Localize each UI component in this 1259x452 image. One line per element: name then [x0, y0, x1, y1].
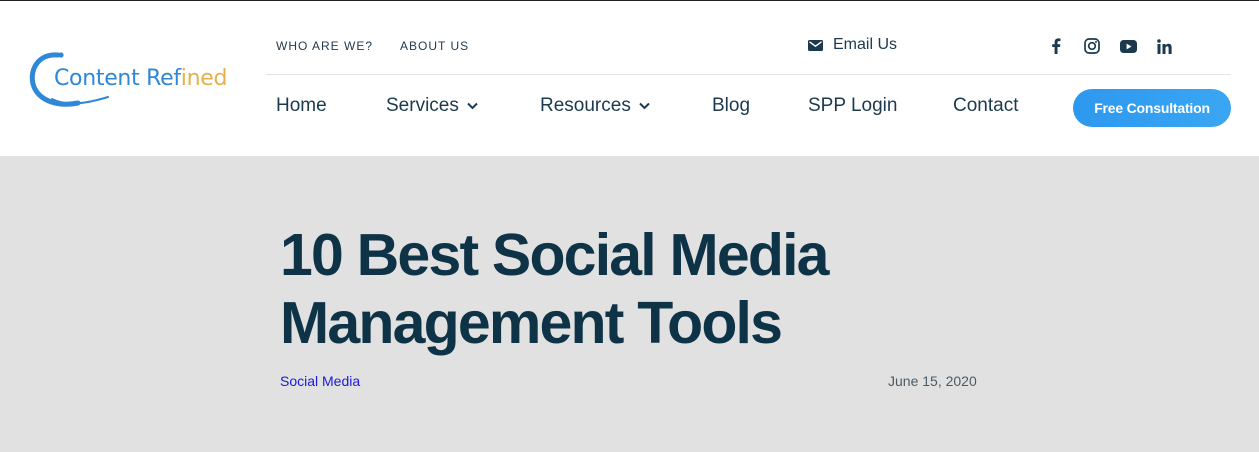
nav-services-label: Services: [386, 95, 459, 116]
envelope-icon: [808, 39, 823, 51]
email-us-link[interactable]: Email Us: [808, 36, 897, 54]
logo-text-ined: ined: [180, 66, 228, 91]
category-link[interactable]: Social Media: [280, 373, 360, 389]
page-title: 10 Best Social Media Management Tools: [280, 221, 980, 357]
chevron-down-icon: [639, 102, 650, 110]
nav-contact[interactable]: Contact: [953, 95, 1018, 117]
nav-home[interactable]: Home: [276, 95, 327, 117]
page-title-line-2: Management Tools: [280, 290, 783, 356]
header-divider: [266, 74, 1231, 75]
top-nav-who-are-we[interactable]: WHO ARE WE?: [276, 39, 373, 53]
nav-services[interactable]: Services: [386, 95, 478, 117]
nav-blog[interactable]: Blog: [712, 95, 750, 117]
social-links: [1047, 37, 1173, 55]
facebook-icon: [1052, 38, 1061, 54]
logo-wordmark: Content Refined: [54, 66, 227, 91]
logo-text-ref: Ref: [146, 66, 181, 91]
youtube-icon: [1119, 39, 1137, 53]
page-title-line-1: 10 Best Social Media: [280, 222, 830, 288]
top-nav-about-us[interactable]: ABOUT US: [400, 39, 469, 53]
instagram-link[interactable]: [1083, 37, 1101, 55]
facebook-link[interactable]: [1047, 37, 1065, 55]
linkedin-icon: [1156, 38, 1172, 54]
nav-spp-login-label: SPP Login: [808, 95, 898, 116]
youtube-link[interactable]: [1119, 37, 1137, 55]
publish-date: June 15, 2020: [888, 373, 977, 389]
linkedin-link[interactable]: [1155, 37, 1173, 55]
nav-spp-login[interactable]: SPP Login: [808, 95, 897, 117]
nav-contact-label: Contact: [953, 95, 1019, 116]
nav-resources-label: Resources: [540, 95, 631, 116]
logo-text-content: Content: [54, 66, 147, 91]
free-consultation-button[interactable]: Free Consultation: [1073, 89, 1231, 127]
top-nav: WHO ARE WE? ABOUT US: [276, 39, 469, 53]
nav-home-label: Home: [276, 95, 327, 116]
instagram-icon: [1084, 38, 1100, 54]
email-us-label: Email Us: [833, 36, 898, 53]
nav-blog-label: Blog: [712, 95, 751, 116]
site-header: Content Refined WHO ARE WE? ABOUT US Ema…: [0, 0, 1259, 156]
chevron-down-icon: [467, 102, 478, 110]
nav-resources[interactable]: Resources: [540, 95, 650, 117]
